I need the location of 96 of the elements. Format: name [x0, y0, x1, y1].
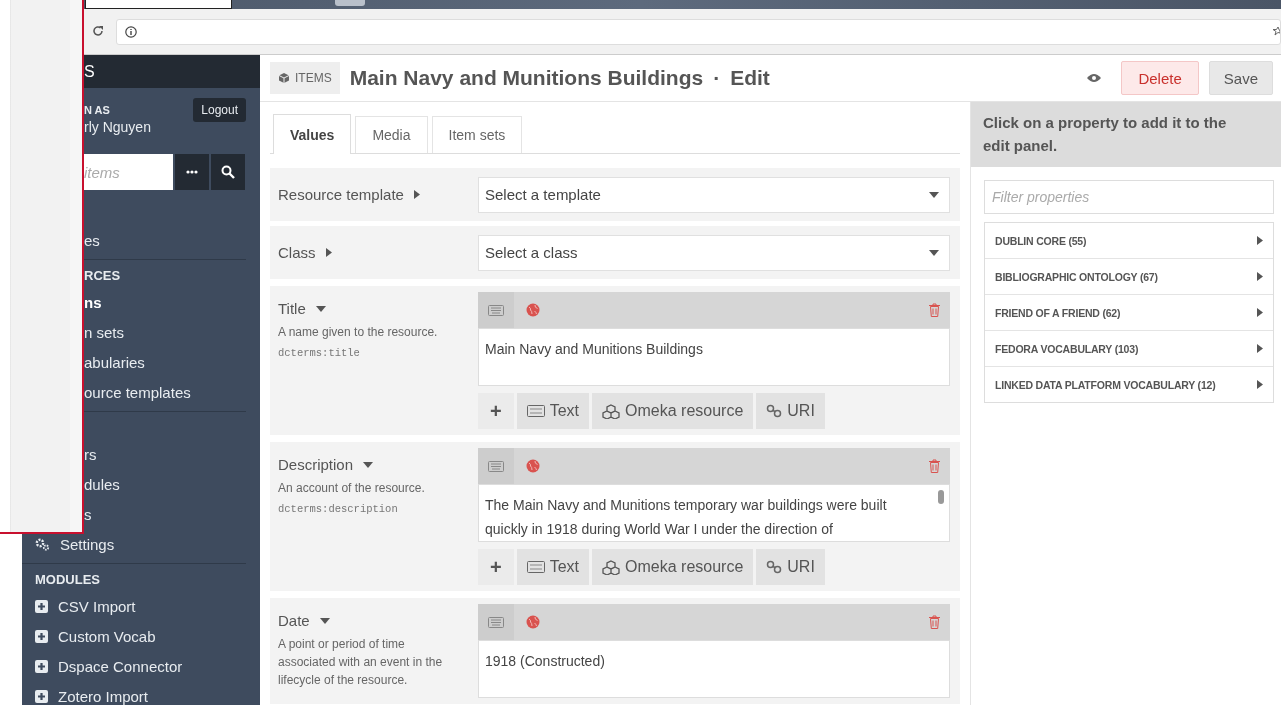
- globe-icon[interactable]: [526, 459, 540, 473]
- tab[interactable]: Item sets: [431, 116, 523, 153]
- caret-right-icon[interactable]: [1257, 380, 1263, 389]
- caret-down-icon[interactable]: [929, 249, 939, 256]
- value-textarea[interactable]: Main Navy and Munitions Buildings: [478, 328, 950, 386]
- caret-down-icon[interactable]: [363, 461, 374, 468]
- property-label: Description: [278, 456, 354, 473]
- page-mode: Edit: [730, 66, 770, 90]
- items-badge[interactable]: ITEMS: [270, 62, 340, 94]
- vocabulary-item[interactable]: FEDORA VOCABULARY (103): [985, 330, 1273, 366]
- nav-link[interactable]: es: [84, 231, 100, 249]
- nav-link[interactable]: s: [84, 505, 92, 523]
- select-field[interactable]: Select a template: [478, 176, 950, 213]
- property-term: dcterms:title: [278, 347, 361, 359]
- plus-square-icon: [35, 659, 48, 673]
- caret-down-icon[interactable]: [315, 305, 326, 312]
- caret-right-icon[interactable]: [1257, 272, 1263, 281]
- nav-link[interactable]: dules: [84, 475, 120, 493]
- search-button[interactable]: [211, 154, 245, 190]
- nav-link[interactable]: rs: [84, 445, 97, 463]
- nav-link[interactable]: ns: [84, 293, 102, 311]
- property-description: A point or period of time associated with an event in the lifecycle of the resource.: [278, 636, 444, 689]
- trash-icon[interactable]: [929, 459, 940, 473]
- cube-icon: [278, 72, 290, 84]
- globe-icon[interactable]: [526, 615, 540, 629]
- nav-link[interactable]: Settings: [60, 535, 115, 553]
- caret-right-icon[interactable]: [413, 190, 420, 199]
- value-textarea[interactable]: 1918 (Constructed): [478, 640, 950, 698]
- user-name: rly Nguyen: [84, 119, 151, 135]
- search-field[interactable]: items: [84, 154, 173, 190]
- save-button[interactable]: Save: [1208, 61, 1273, 95]
- cubes-icon: [602, 559, 621, 575]
- caret-right-icon[interactable]: [325, 248, 332, 257]
- text-button[interactable]: Text: [516, 549, 590, 585]
- property-description: A name given to the resource.: [278, 324, 439, 341]
- resource-button[interactable]: Omeka resource: [592, 393, 754, 429]
- link-icon: [766, 404, 783, 418]
- property-label: Date: [278, 612, 310, 629]
- panel-instructions: Click on a property to add it to the edit panel.: [971, 102, 1281, 167]
- nav-link[interactable]: CSV Import: [58, 597, 136, 615]
- caret-right-icon[interactable]: [1257, 236, 1263, 245]
- star-icon[interactable]: [1272, 26, 1280, 38]
- value-textarea[interactable]: The Main Navy and Munitions temporary war buildings were built quickly in 1918 during World War I under the direction of: [478, 484, 950, 542]
- logout-button[interactable]: Logout: [193, 98, 246, 122]
- ellipsis-icon: [186, 170, 198, 174]
- add-button[interactable]: +: [478, 393, 514, 429]
- uri-button[interactable]: URI: [756, 393, 825, 429]
- more-button[interactable]: [175, 154, 209, 190]
- nav-link[interactable]: Custom Vocab: [58, 627, 156, 645]
- link-icon: [766, 560, 783, 574]
- property-label: Title: [278, 300, 306, 317]
- search-icon: [221, 165, 235, 179]
- title-separator: ·: [713, 66, 721, 90]
- add-button[interactable]: +: [478, 549, 514, 585]
- vocabulary-item[interactable]: BIBLIOGRAPHIC ONTOLOGY (67): [985, 258, 1273, 294]
- plus-square-icon: [35, 629, 48, 643]
- nav-link[interactable]: n sets: [84, 323, 125, 341]
- caret-right-icon[interactable]: [1257, 308, 1263, 317]
- property-term: dcterms:description: [278, 503, 399, 515]
- tab[interactable]: Values: [273, 114, 352, 154]
- plus-square-icon: [35, 599, 48, 613]
- vocabulary-item[interactable]: LINKED DATA PLATFORM VOCABULARY (12): [985, 366, 1273, 402]
- info-icon[interactable]: [125, 26, 137, 38]
- delete-button[interactable]: Delete: [1121, 61, 1199, 95]
- resource-button[interactable]: Omeka resource: [592, 549, 754, 585]
- trash-icon[interactable]: [929, 615, 940, 629]
- trash-icon[interactable]: [929, 303, 940, 317]
- globe-icon[interactable]: [526, 303, 540, 317]
- nav-link[interactable]: Dspace Connector: [58, 657, 183, 675]
- uri-button[interactable]: URI: [756, 549, 825, 585]
- scrollbar-thumb[interactable]: [938, 490, 944, 504]
- text-button[interactable]: Text: [516, 393, 590, 429]
- vocabulary-item[interactable]: FRIEND OF A FRIEND (62): [985, 294, 1273, 330]
- nav-link[interactable]: Zotero Import: [58, 687, 149, 705]
- section-heading: MODULES: [34, 571, 101, 589]
- select-field[interactable]: Select a class: [478, 234, 950, 271]
- keyboard-icon: [526, 405, 545, 417]
- property-description: An account of the resource.: [278, 480, 426, 497]
- caret-down-icon[interactable]: [319, 617, 330, 624]
- filter-field[interactable]: Filter properties: [984, 180, 1274, 214]
- cubes-icon: [602, 403, 621, 419]
- field-label: Resource template: [278, 186, 404, 203]
- page-title: Main Navy and Munitions Buildings: [349, 66, 704, 90]
- caret-right-icon[interactable]: [1257, 344, 1263, 353]
- field-label: Class: [278, 244, 316, 261]
- vocabulary-item[interactable]: DUBLIN CORE (55): [985, 223, 1273, 258]
- nav-link[interactable]: abularies: [84, 353, 145, 371]
- eye-icon[interactable]: [1087, 73, 1102, 83]
- section-heading: RCES: [83, 267, 122, 285]
- reload-icon[interactable]: [92, 25, 104, 37]
- tab[interactable]: Media: [355, 116, 428, 153]
- nav-link[interactable]: ource templates: [84, 383, 191, 401]
- keyboard-icon: [526, 561, 545, 573]
- user-label: N AS: [84, 104, 111, 116]
- gears-icon: [35, 537, 50, 551]
- caret-down-icon[interactable]: [929, 191, 939, 198]
